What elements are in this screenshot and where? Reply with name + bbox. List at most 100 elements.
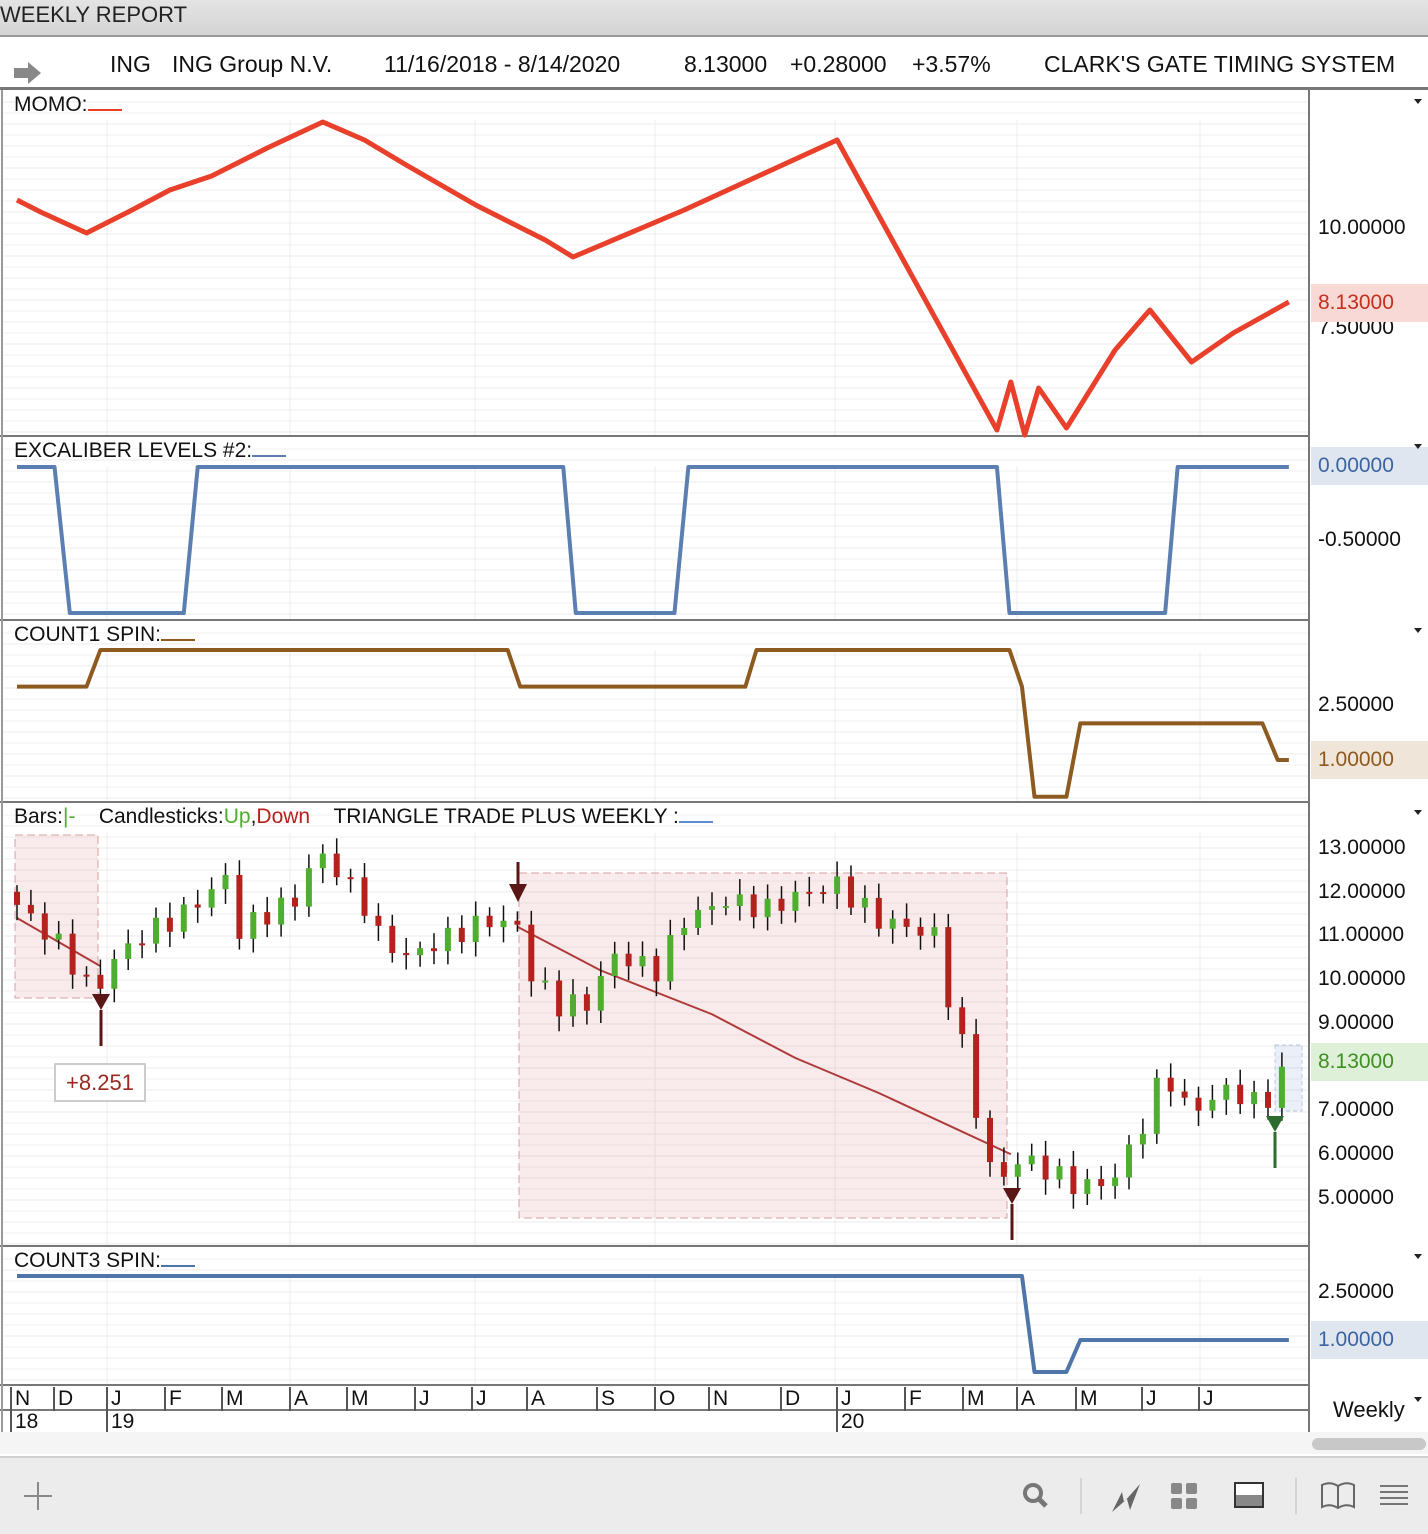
candle-down bbox=[27, 904, 34, 914]
candle-down bbox=[1042, 1155, 1049, 1180]
candle-down bbox=[1237, 1084, 1244, 1105]
add-icon[interactable] bbox=[20, 1478, 56, 1514]
candle-up bbox=[319, 853, 326, 869]
layout-icon[interactable] bbox=[1232, 1478, 1268, 1514]
scroll-track bbox=[0, 1432, 1428, 1454]
axis-tick: 11.00000 bbox=[1318, 923, 1405, 946]
candle-down bbox=[347, 877, 354, 880]
candle-down bbox=[653, 956, 660, 982]
panel-menu-icon[interactable] bbox=[1414, 628, 1422, 633]
momo-label: MOMO: bbox=[14, 93, 122, 117]
candle-up bbox=[722, 906, 729, 909]
month-label: D bbox=[53, 1387, 73, 1411]
month-label: M bbox=[1075, 1387, 1098, 1411]
count1-label: COUNT1 SPIN: bbox=[14, 623, 196, 647]
candle-down bbox=[139, 943, 146, 946]
candle-up bbox=[180, 904, 187, 932]
divider bbox=[1295, 1478, 1297, 1514]
candle-up bbox=[1209, 1099, 1216, 1111]
candle-up bbox=[1056, 1166, 1063, 1180]
excal-current-value: 0.00000 bbox=[1311, 447, 1428, 485]
candle-up bbox=[889, 918, 896, 929]
axis-tick: 13.00000 bbox=[1318, 836, 1406, 859]
chart-area[interactable] bbox=[0, 0, 1428, 1456]
momo-current-value: 8.13000 bbox=[1311, 284, 1428, 322]
chart-style-icon[interactable] bbox=[1108, 1478, 1144, 1514]
axis-tick: 10.00000 bbox=[1318, 967, 1406, 990]
candle-down bbox=[375, 915, 382, 926]
axis-tick: 6.00000 bbox=[1318, 1142, 1394, 1165]
candle-up bbox=[444, 927, 451, 952]
candle-up bbox=[1153, 1077, 1160, 1134]
candle-down bbox=[1167, 1077, 1174, 1092]
month-label: S bbox=[596, 1387, 615, 1411]
candle-up bbox=[278, 897, 285, 925]
search-icon[interactable] bbox=[1018, 1478, 1054, 1514]
horizontal-scrollbar[interactable] bbox=[1312, 1438, 1426, 1450]
axis-tick: -0.50000 bbox=[1318, 528, 1401, 551]
candle-up bbox=[472, 915, 479, 943]
candle-up bbox=[417, 948, 424, 956]
candle-up bbox=[125, 943, 132, 960]
month-label: M bbox=[962, 1387, 985, 1411]
candle-down bbox=[528, 924, 535, 982]
candle-down bbox=[389, 925, 396, 953]
axis-tick: 5.00000 bbox=[1318, 1186, 1394, 1209]
candle-up bbox=[834, 876, 841, 894]
panel-menu-icon[interactable] bbox=[1414, 99, 1422, 104]
price-legend: Bars:|- Candlesticks:Up,Down TRIANGLE TR… bbox=[14, 805, 713, 829]
axis-tick: 12.00000 bbox=[1318, 880, 1406, 903]
candle-down bbox=[820, 892, 827, 895]
interval-select[interactable]: Weekly bbox=[1333, 1397, 1405, 1423]
panel-menu-icon[interactable] bbox=[1414, 444, 1422, 449]
axis-tick: 2.50000 bbox=[1318, 693, 1394, 716]
candle-down bbox=[1181, 1091, 1188, 1098]
year-label: 18 bbox=[10, 1410, 38, 1433]
axis-tick: 2.50000 bbox=[1318, 1280, 1394, 1303]
grid-icon[interactable] bbox=[1168, 1478, 1204, 1514]
candle-up bbox=[1084, 1179, 1091, 1195]
trade-gain-annotation: +8.251 bbox=[54, 1063, 146, 1102]
candle-down bbox=[1098, 1179, 1105, 1187]
candle-down bbox=[806, 891, 813, 894]
menu-icon[interactable] bbox=[1378, 1478, 1414, 1514]
axis-tick: 10.00000 bbox=[1318, 216, 1406, 239]
month-label: A bbox=[526, 1387, 545, 1411]
candle-down bbox=[97, 974, 104, 989]
candle-up bbox=[1278, 1066, 1285, 1108]
trade-zone bbox=[14, 834, 99, 999]
candle-down bbox=[778, 898, 785, 911]
chevron-down-icon[interactable] bbox=[1414, 1397, 1422, 1402]
candle-down bbox=[194, 904, 201, 908]
candle-down bbox=[41, 913, 48, 940]
month-label: N bbox=[10, 1387, 30, 1411]
month-label: A bbox=[289, 1387, 308, 1411]
panel-menu-icon[interactable] bbox=[1414, 810, 1422, 815]
candle-down bbox=[1070, 1166, 1077, 1195]
candle-down bbox=[166, 917, 173, 932]
candle-up bbox=[153, 917, 159, 944]
year-label: 20 bbox=[836, 1410, 864, 1433]
candle-up bbox=[570, 994, 576, 1017]
candle-down bbox=[556, 980, 563, 1017]
candle-down bbox=[361, 877, 368, 916]
candle-down bbox=[514, 920, 521, 925]
candle-up bbox=[111, 959, 118, 989]
month-label: A bbox=[1016, 1387, 1035, 1411]
panel-menu-icon[interactable] bbox=[1414, 1254, 1422, 1259]
month-label: O bbox=[654, 1387, 675, 1411]
excal-line bbox=[17, 465, 1289, 615]
candle-up bbox=[931, 927, 938, 936]
candle-down bbox=[431, 948, 437, 952]
candle-up bbox=[542, 980, 549, 983]
book-icon[interactable] bbox=[1320, 1478, 1356, 1514]
month-label: N bbox=[708, 1387, 728, 1411]
month-label: J bbox=[106, 1387, 122, 1411]
candle-up bbox=[1139, 1133, 1146, 1145]
candle-down bbox=[1195, 1097, 1202, 1111]
candle-up bbox=[695, 909, 702, 928]
candle-up bbox=[709, 906, 715, 910]
candle-down bbox=[486, 915, 493, 928]
candle-up bbox=[667, 935, 674, 982]
candle-down bbox=[945, 927, 952, 1008]
